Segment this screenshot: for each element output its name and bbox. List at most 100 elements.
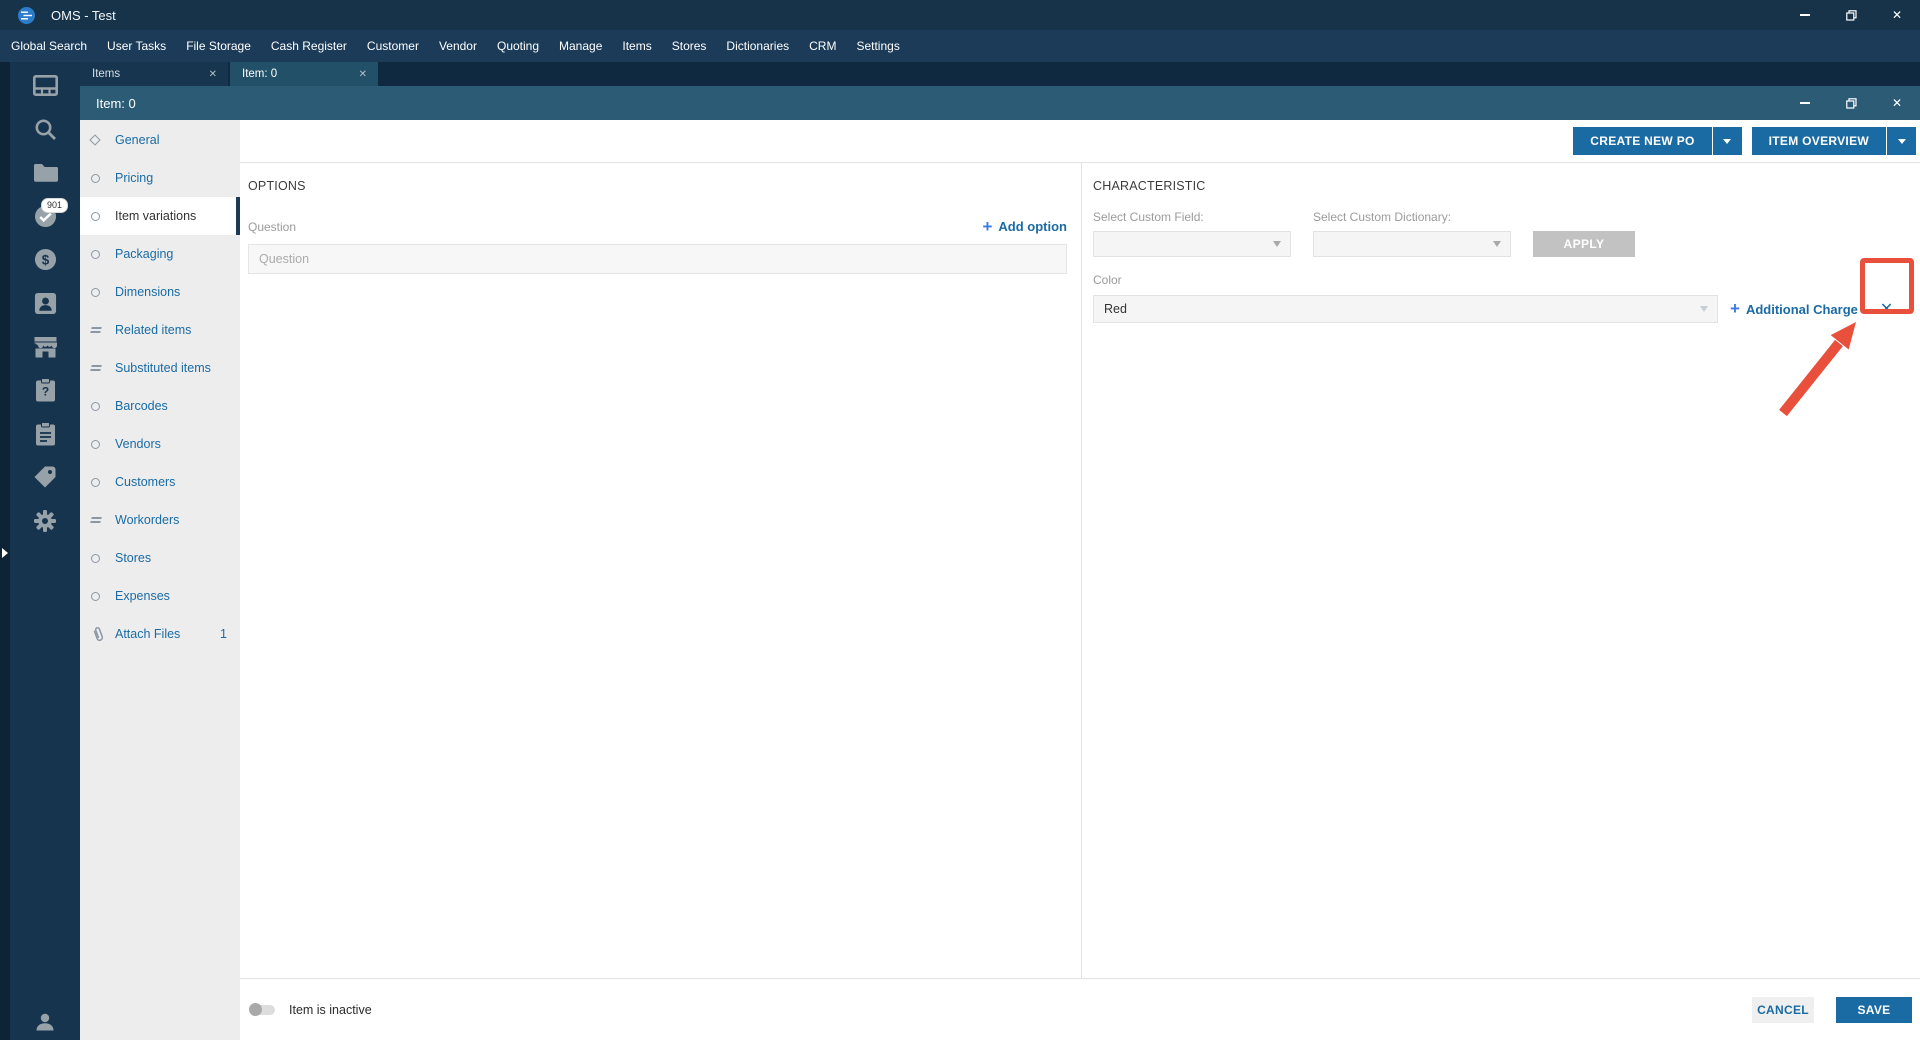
nav-item-stores[interactable]: Stores	[80, 539, 240, 577]
nav-item-substituted-items[interactable]: Substituted items	[80, 349, 240, 387]
dashboard-icon[interactable]	[10, 64, 80, 108]
remove-characteristic-icon[interactable]: ✕	[1874, 297, 1899, 321]
custom-dictionary-select[interactable]	[1313, 231, 1511, 257]
equals-icon	[90, 325, 115, 335]
menu-item-cash-register[interactable]: Cash Register	[261, 30, 357, 62]
subwindow-titlebar: Item: 0 ✕	[80, 86, 1920, 120]
restore-icon[interactable]	[1828, 0, 1874, 30]
diamond-icon	[89, 134, 115, 146]
menu-item-quoting[interactable]: Quoting	[487, 30, 549, 62]
contacts-icon[interactable]	[10, 282, 80, 326]
nav-item-item-variations[interactable]: Item variations	[80, 197, 240, 235]
apply-button[interactable]: APPLY	[1533, 231, 1635, 257]
color-select-value: Red	[1104, 302, 1127, 316]
nav-item-label: Barcodes	[115, 399, 168, 413]
folders-icon[interactable]	[10, 151, 80, 195]
tab-close-icon[interactable]: ✕	[206, 69, 220, 80]
nav-item-label: Pricing	[115, 171, 154, 185]
question-input[interactable]	[248, 244, 1067, 274]
color-select[interactable]: Red	[1093, 295, 1718, 323]
subwindow-restore-icon[interactable]	[1828, 86, 1874, 120]
equals-icon	[90, 515, 115, 525]
create-new-po-dropdown-icon[interactable]	[1712, 127, 1742, 155]
sidebar-collapse-strip[interactable]	[0, 62, 10, 1040]
cancel-button[interactable]: CANCEL	[1752, 996, 1814, 1023]
add-option-link[interactable]: + Add option	[982, 216, 1067, 236]
nav-item-related-items[interactable]: Related items	[80, 311, 240, 349]
item-overview-button[interactable]: ITEM OVERVIEW	[1751, 127, 1886, 155]
menu-item-manage[interactable]: Manage	[549, 30, 612, 62]
nav-item-attach-files[interactable]: Attach Files 1	[80, 615, 240, 653]
expand-arrow-icon[interactable]	[2, 548, 8, 558]
save-button[interactable]: SAVE	[1836, 996, 1912, 1023]
item-overview-split-button: ITEM OVERVIEW	[1751, 127, 1916, 155]
characteristic-heading: CHARACTERISTIC	[1093, 179, 1206, 193]
create-new-po-split-button: CREATE NEW PO	[1573, 127, 1742, 155]
tab-item-0[interactable]: Item: 0 ✕	[230, 62, 378, 86]
menu-item-settings[interactable]: Settings	[846, 30, 909, 62]
tab-items[interactable]: Items ✕	[80, 62, 228, 86]
inquiry-clipboard-icon[interactable]: ?	[10, 369, 80, 413]
nav-item-label: Related items	[115, 323, 192, 337]
chevron-down-icon	[1273, 241, 1281, 247]
nav-item-vendors[interactable]: Vendors	[80, 425, 240, 463]
search-icon[interactable]	[10, 108, 80, 152]
menu-item-items[interactable]: Items	[612, 30, 661, 62]
tab-label: Item: 0	[242, 68, 278, 80]
circle-icon	[91, 591, 115, 601]
settings-gear-icon[interactable]	[10, 499, 80, 543]
window-title: OMS - Test	[51, 7, 116, 23]
additional-charge-link[interactable]: + Additional Charge	[1730, 299, 1858, 318]
nav-item-label: Packaging	[115, 247, 174, 261]
user-icon[interactable]	[10, 1010, 80, 1034]
attach-files-count: 1	[220, 627, 227, 641]
money-icon[interactable]: $	[10, 238, 80, 282]
plus-icon: +	[982, 216, 993, 236]
menu-item-dictionaries[interactable]: Dictionaries	[716, 30, 799, 62]
footer-bar: Item is inactive CANCEL SAVE	[240, 978, 1920, 1040]
nav-item-general[interactable]: General	[80, 121, 240, 159]
nav-item-packaging[interactable]: Packaging	[80, 235, 240, 273]
question-label: Question	[248, 219, 297, 234]
subwindow-minimize-icon[interactable]	[1782, 86, 1828, 120]
menu-item-customer[interactable]: Customer	[357, 30, 429, 62]
tab-close-icon[interactable]: ✕	[356, 69, 370, 80]
characteristic-panel: CHARACTERISTIC Select Custom Field: Sele…	[1082, 163, 1920, 978]
close-icon[interactable]: ✕	[1874, 0, 1920, 30]
chevron-down-icon	[1700, 306, 1708, 312]
nav-item-pricing[interactable]: Pricing	[80, 159, 240, 197]
nav-item-label: General	[115, 133, 160, 147]
nav-item-label: Substituted items	[115, 361, 211, 375]
actions-bar: CREATE NEW PO ITEM OVERVIEW	[240, 120, 1920, 163]
circle-icon	[91, 173, 115, 183]
orders-clipboard-icon[interactable]	[10, 412, 80, 456]
item-inactive-toggle[interactable]	[249, 1003, 275, 1016]
menu-item-vendor[interactable]: Vendor	[429, 30, 487, 62]
nav-item-label: Dimensions	[115, 285, 181, 299]
svg-text:?: ?	[41, 385, 48, 399]
menu-item-global-search[interactable]: Global Search	[1, 30, 97, 62]
plus-icon: +	[1730, 299, 1740, 318]
store-icon[interactable]	[10, 325, 80, 369]
create-new-po-button[interactable]: CREATE NEW PO	[1573, 127, 1712, 155]
menu-item-stores[interactable]: Stores	[662, 30, 717, 62]
subwindow-close-icon[interactable]: ✕	[1874, 86, 1920, 120]
item-overview-dropdown-icon[interactable]	[1887, 127, 1916, 155]
tags-icon[interactable]	[10, 456, 80, 500]
nav-item-label: Customers	[115, 475, 176, 489]
nav-item-dimensions[interactable]: Dimensions	[80, 273, 240, 311]
circle-icon	[91, 211, 115, 221]
nav-item-workorders[interactable]: Workorders	[80, 501, 240, 539]
tasks-check-icon[interactable]: 901	[10, 195, 80, 239]
nav-item-expenses[interactable]: Expenses	[80, 577, 240, 615]
nav-item-barcodes[interactable]: Barcodes	[80, 387, 240, 425]
notification-badge: 901	[41, 197, 69, 213]
custom-field-select[interactable]	[1093, 231, 1291, 257]
menu-item-file-storage[interactable]: File Storage	[176, 30, 261, 62]
custom-field-label: Select Custom Field:	[1093, 210, 1204, 224]
nav-item-customers[interactable]: Customers	[80, 463, 240, 501]
options-heading: OPTIONS	[248, 179, 306, 193]
menu-item-user-tasks[interactable]: User Tasks	[97, 30, 176, 62]
menu-item-crm[interactable]: CRM	[799, 30, 846, 62]
minimize-icon[interactable]	[1782, 0, 1828, 30]
